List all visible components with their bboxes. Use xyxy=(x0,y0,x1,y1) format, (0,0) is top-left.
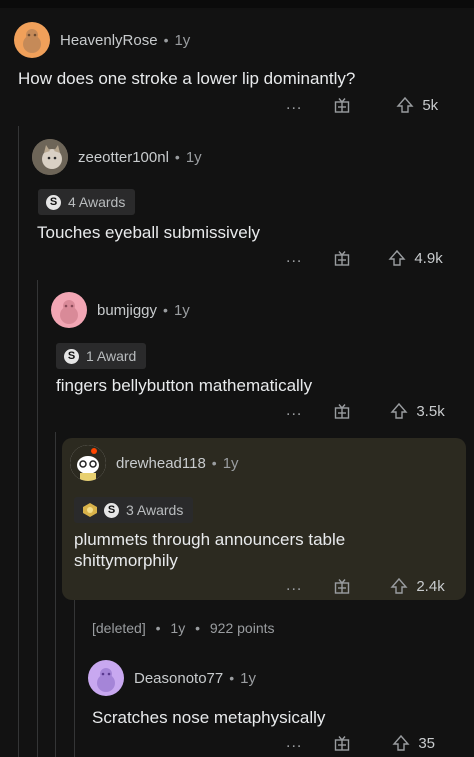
snoo-avatar-icon xyxy=(97,668,115,692)
username[interactable]: drewhead118 xyxy=(116,455,206,472)
username: [deleted] xyxy=(92,620,146,636)
snoo-avatar-icon xyxy=(60,300,78,324)
awards-count: 3 Awards xyxy=(126,502,184,518)
points: 922 points xyxy=(209,620,275,636)
more-options-button[interactable]: ... xyxy=(286,577,302,595)
comment-header: drewhead118 • 1y xyxy=(70,445,239,481)
username[interactable]: zeeotter100nl xyxy=(78,149,169,166)
comment-header: HeavenlyRose • 1y xyxy=(14,22,190,58)
awards-badge[interactable]: S 3 Awards xyxy=(74,497,194,523)
comment-age: 1y xyxy=(174,31,191,49)
comment-header: bumjiggy • 1y xyxy=(51,292,190,328)
snoo-avatar-icon xyxy=(23,29,41,53)
avatar[interactable] xyxy=(88,660,124,696)
cat-photo-avatar-icon xyxy=(32,139,68,175)
comment-age: 1y xyxy=(222,454,239,472)
separator-dot: • xyxy=(229,670,235,686)
thread-line-3[interactable] xyxy=(55,432,56,757)
deleted-comment-header[interactable]: [deleted] • 1y • 922 points xyxy=(92,620,275,636)
username[interactable]: Deasonoto77 xyxy=(134,670,223,687)
separator-dot: • xyxy=(155,620,161,636)
separator-dot: • xyxy=(211,455,217,471)
more-options-button[interactable]: ... xyxy=(286,402,302,420)
separator-dot: • xyxy=(163,302,168,318)
comment-actions: ... 4.9k xyxy=(286,247,443,269)
top-bar xyxy=(0,0,474,8)
score: 35 xyxy=(418,734,436,752)
comment-age: 1y xyxy=(240,669,256,687)
avatar[interactable] xyxy=(51,292,87,328)
comment-header: Deasonoto77 • 1y xyxy=(88,660,256,696)
thread-line-4[interactable] xyxy=(74,600,75,757)
comment-body: How does one stroke a lower lip dominant… xyxy=(18,69,356,88)
awards-badge[interactable]: S 4 Awards xyxy=(38,189,136,215)
snoo-avatar-icon xyxy=(70,445,106,481)
separator-dot: • xyxy=(195,620,200,636)
separator-dot: • xyxy=(163,32,169,48)
comment-actions: ... 5k xyxy=(286,94,438,116)
upvote-arrow-icon[interactable] xyxy=(396,96,414,114)
username[interactable]: bumjiggy xyxy=(97,302,157,319)
score: 3.5k xyxy=(416,402,445,420)
separator-dot: • xyxy=(174,149,180,165)
avatar[interactable] xyxy=(32,139,68,175)
awards-count: 4 Awards xyxy=(68,194,126,210)
silver-award-icon: S xyxy=(64,348,79,364)
upvote-arrow-icon[interactable] xyxy=(388,249,406,267)
silver-award-icon: S xyxy=(104,502,119,518)
score: 2.4k xyxy=(416,577,445,595)
gift-icon[interactable] xyxy=(334,403,350,419)
comment-body: Touches eyeball submissively xyxy=(37,223,260,242)
more-options-button[interactable]: ... xyxy=(286,249,302,267)
upvote-arrow-icon[interactable] xyxy=(392,734,410,752)
comment-body: fingers bellybutton mathematically xyxy=(56,376,313,395)
thread-line-1[interactable] xyxy=(18,126,19,757)
comment-age: 1y xyxy=(170,620,186,636)
gift-icon[interactable] xyxy=(334,97,350,113)
comment-age: 1y xyxy=(173,301,190,319)
upvote-arrow-icon[interactable] xyxy=(390,577,408,595)
silver-award-icon: S xyxy=(46,194,61,210)
comment-actions: ... 3.5k xyxy=(286,400,445,422)
avatar[interactable] xyxy=(70,445,106,481)
comment-body: Scratches nose metaphysically xyxy=(92,708,326,727)
awards-badge[interactable]: S 1 Award xyxy=(56,343,147,369)
comment-age: 1y xyxy=(185,148,202,166)
comment-actions: ... 2.4k xyxy=(286,575,445,597)
comment-body: plummets through announcers table shitty… xyxy=(74,530,346,570)
gift-icon[interactable] xyxy=(334,250,350,266)
gold-award-icon xyxy=(83,503,97,517)
score: 5k xyxy=(422,96,439,114)
more-options-button[interactable]: ... xyxy=(286,734,302,752)
upvote-arrow-icon[interactable] xyxy=(390,402,408,420)
gift-icon[interactable] xyxy=(334,578,350,594)
score: 4.9k xyxy=(414,249,443,267)
awards-count: 1 Award xyxy=(86,348,137,364)
comment-header: zeeotter100nl • 1y xyxy=(32,139,202,175)
avatar[interactable] xyxy=(14,22,50,58)
thread-line-2[interactable] xyxy=(37,280,38,757)
gift-icon[interactable] xyxy=(334,735,350,751)
comment-actions: ... 35 xyxy=(286,732,435,754)
more-options-button[interactable]: ... xyxy=(286,96,302,114)
username[interactable]: HeavenlyRose xyxy=(60,32,158,49)
